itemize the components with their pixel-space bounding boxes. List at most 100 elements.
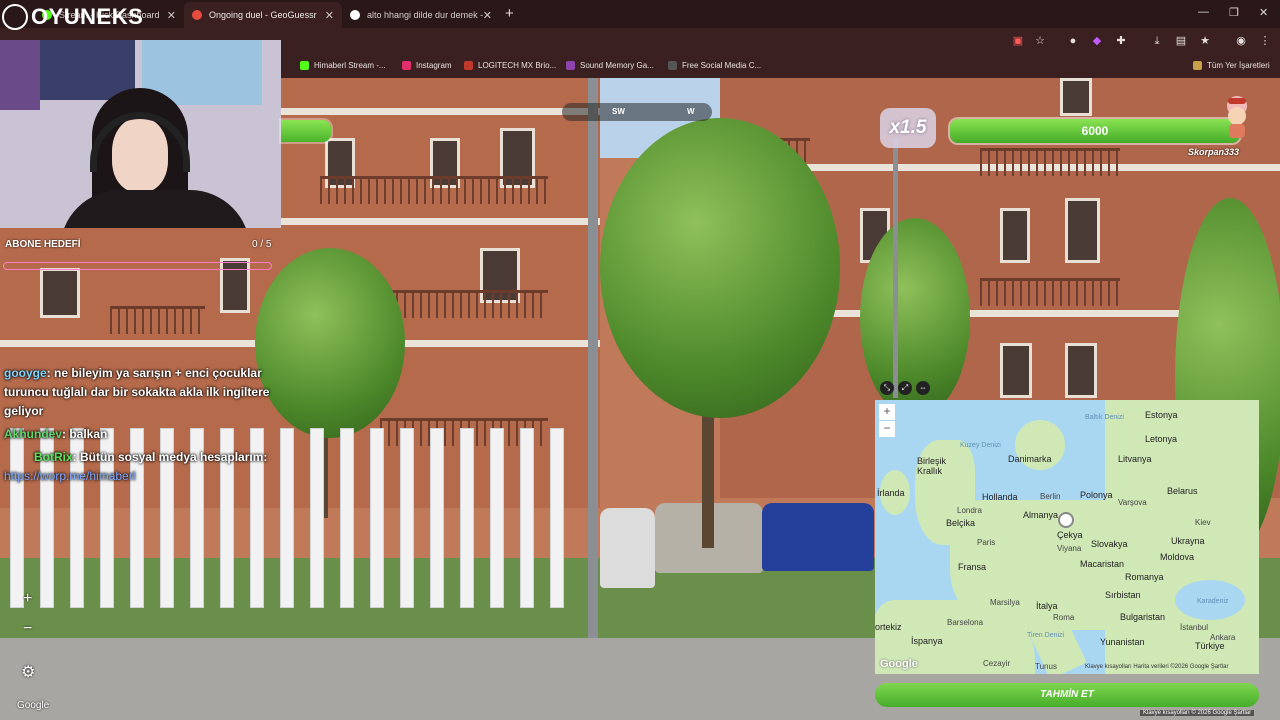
chat-link[interactable]: https://worp.me/himaberl [4,469,135,483]
tab-label: alto hhangi dilde dur demek - [367,10,484,20]
tree [600,118,840,418]
bookmark-label: LOGITECH MX Brio... [478,61,557,70]
tab-bar: Stream - Kick Dashboard ✕ Ongoing duel -… [0,0,1280,28]
map-label: İspanya [911,636,943,646]
bookmark-label: Free Social Media C... [682,61,762,70]
bookmark-free-social[interactable]: Free Social Media C... [668,61,761,70]
map-city-label: Varşova [1118,498,1147,507]
tab-geoguessr[interactable]: Ongoing duel - GeoGuessr ✕ [184,2,342,28]
webcam-overlay [0,40,281,228]
subgoal-progress-bar [3,262,272,270]
window [1065,343,1097,398]
map-label: Estonya [1145,410,1178,420]
subgoal-label: ABONE HEDEFİ [5,239,81,250]
opponent-guess-pin [1058,512,1074,528]
google-icon [350,10,360,20]
instagram-icon [402,61,411,70]
shrink-map-icon[interactable]: ⤢ [898,381,912,395]
fence-post [520,428,534,608]
tab-google-search[interactable]: alto hhangi dilde dur demek - ✕ [342,2,500,28]
opponent-health-bar: 6000 [950,119,1240,143]
close-icon[interactable]: ✕ [167,9,176,22]
bookmark-himaberl[interactable]: Himaberl Stream -... [300,61,386,70]
kick-icon [300,61,309,70]
map-label: Macaristan [1080,559,1125,569]
map-label: Bulgaristan [1120,612,1166,622]
close-window-button[interactable]: ✕ [1259,6,1268,19]
minimize-button[interactable]: — [1198,6,1209,18]
settings-icon[interactable]: ⚙ [21,662,35,682]
skull-icon [2,4,28,30]
extension-icon[interactable]: ◆ [1091,35,1103,47]
bookmark-label: Himaberl Stream -... [314,61,386,70]
chat-username: Akhundev [4,427,63,441]
opponent-name: Skorpan333 [1188,147,1240,157]
streetview-google-logo: Google [17,700,50,711]
game-icon [566,61,575,70]
map-city-label: Tunus [1035,662,1057,671]
player-health-bar [281,120,331,142]
compass-w: W [687,107,695,116]
extension-icon[interactable]: ● [1067,35,1079,47]
map-label: ortekiz [875,622,902,632]
menu-icon[interactable]: ⋮ [1259,35,1271,47]
bookmark-logitech[interactable]: LOGITECH MX Brio... [464,61,556,70]
location-pin-icon [192,10,202,20]
chat-username: BotRix [34,450,73,464]
logitech-icon [464,61,473,70]
fence-post [400,428,414,608]
map-attribution[interactable]: Klavye kısayolları Harita verileri ©2026… [1085,664,1228,670]
expand-map-icon[interactable]: ⤡ [880,381,894,395]
maximize-button[interactable]: ❐ [1229,6,1239,19]
bookmark-star-icon[interactable]: ★ [1199,35,1211,47]
balcony-railing [320,176,548,204]
download-icon[interactable]: ⤓ [1151,35,1163,47]
map-sea-label: Baltık Denizi [1085,414,1124,421]
wall-poster [0,40,40,110]
guess-button[interactable]: TAHMİN ET [875,683,1259,707]
window [40,268,80,318]
folder-icon [1193,61,1202,70]
balcony-railing [980,278,1120,306]
profile-icon[interactable]: ◉ [1235,35,1247,47]
map-city-label: Marsilya [990,598,1020,607]
map-label: Çekya [1057,530,1083,540]
balcony-railing [380,290,548,318]
zoom-in-button[interactable]: + [23,590,32,608]
map-label: Ukrayna [1171,536,1205,546]
map-label: İrlanda [877,488,905,498]
map-label: Letonya [1145,434,1178,444]
cast-icon[interactable]: ▣ [1012,35,1024,47]
star-icon[interactable]: ☆ [1034,35,1046,47]
fence-post [460,428,474,608]
sidepanel-icon[interactable]: ▤ [1175,35,1187,47]
map-label: Birleşik Krallık [917,456,947,476]
fence-post [370,428,384,608]
map-zoom-out-button[interactable]: − [879,421,895,437]
pin-map-icon[interactable]: ⇔ [916,381,930,395]
car [762,503,874,571]
zoom-out-button[interactable]: − [23,620,32,638]
window [1000,343,1032,398]
bookmark-sound-memory[interactable]: Sound Memory Ga... [566,61,654,70]
map-zoom-in-button[interactable]: + [879,404,895,420]
map-label: Fransa [958,562,987,572]
map-label: Moldova [1160,552,1195,562]
streetview-attribution[interactable]: Klavye kısayolları © 2026 Google Şartlar [1140,710,1255,716]
new-tab-button[interactable]: + [505,5,514,22]
close-icon[interactable]: ✕ [325,9,334,22]
all-bookmarks[interactable]: Tüm Yer İşaretleri [1193,61,1270,70]
fence-post [490,428,504,608]
puzzle-icon[interactable]: ✚ [1115,35,1127,47]
close-icon[interactable]: ✕ [483,9,492,22]
fence-post [280,428,294,608]
guess-map[interactable]: Estonya Letonya Litvanya Danimarka Birle… [875,400,1259,674]
map-city-label: Ankara [1210,633,1236,642]
channel-logo: OYUNEKS [2,4,143,30]
chat-username: gooyge [4,366,47,380]
screen: Stream - Kick Dashboard ✕ Ongoing duel -… [0,0,1280,720]
map-city-label: Berlin [1040,492,1061,501]
balcony-railing [110,306,205,334]
map-label: Litvanya [1118,454,1152,464]
bookmark-instagram[interactable]: Instagram [402,61,452,70]
